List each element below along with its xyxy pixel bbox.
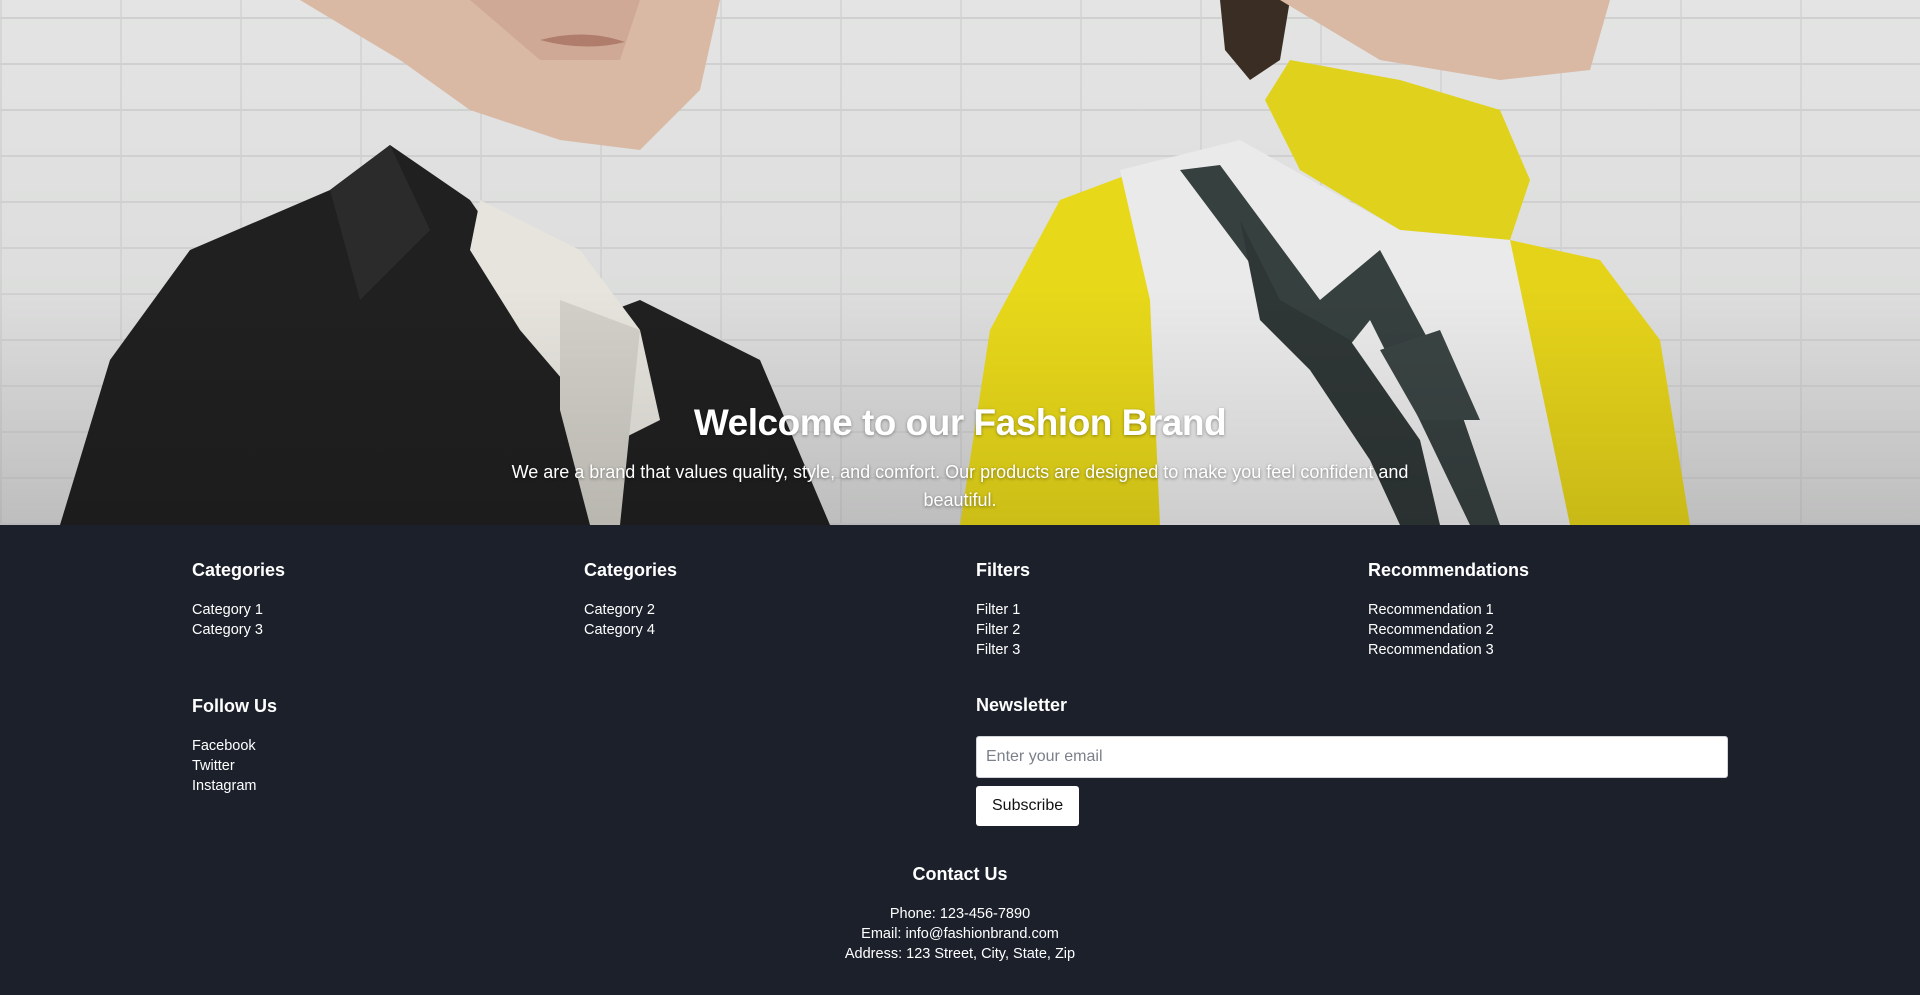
- newsletter-section: Newsletter Subscribe: [976, 695, 1728, 826]
- contact-phone: Phone: 123-456-7890: [889, 906, 1031, 922]
- contact-email: Email: info@fashionbrand.com: [861, 926, 1059, 942]
- list-item: Filter 3: [976, 640, 1030, 660]
- contact-heading: Contact Us: [912, 864, 1008, 884]
- list-item: Twitter: [192, 756, 277, 776]
- site-footer: Categories Category 1 Category 3 Categor…: [0, 525, 1920, 995]
- footer-link-list: Category 1 Category 3: [192, 600, 285, 640]
- list-item: Category 2: [584, 600, 677, 620]
- newsletter-email-input[interactable]: [976, 736, 1728, 778]
- social-link-list: Facebook Twitter Instagram: [192, 736, 277, 796]
- list-item: Category 3: [192, 620, 285, 640]
- footer-heading: Categories: [192, 560, 286, 580]
- footer-link-filter-1[interactable]: Filter 1: [976, 602, 1020, 618]
- social-link-instagram[interactable]: Instagram: [192, 778, 256, 794]
- list-item: Recommendation 1: [1368, 600, 1529, 620]
- hero-banner: Welcome to our Fashion Brand We are a br…: [0, 0, 1920, 525]
- footer-link-recommendation-3[interactable]: Recommendation 3: [1368, 642, 1494, 658]
- subscribe-button[interactable]: Subscribe: [976, 786, 1080, 826]
- social-link-twitter[interactable]: Twitter: [192, 758, 235, 774]
- contact-section: Contact Us Phone: 123-456-7890 Email: in…: [0, 864, 1920, 964]
- footer-heading: Follow Us: [192, 696, 277, 716]
- list-item: Filter 1: [976, 600, 1030, 620]
- footer-link-filter-3[interactable]: Filter 3: [976, 642, 1020, 658]
- list-item: Category 1: [192, 600, 285, 620]
- footer-column-categories-2: Categories Category 2 Category 4: [584, 560, 677, 640]
- list-item: Recommendation 3: [1368, 640, 1529, 660]
- contact-address: Address: 123 Street, City, State, Zip: [844, 946, 1076, 962]
- footer-column-recommendations: Recommendations Recommendation 1 Recomme…: [1368, 560, 1529, 660]
- footer-link-category-1[interactable]: Category 1: [192, 602, 263, 618]
- footer-heading: Categories: [584, 560, 678, 580]
- footer-heading: Filters: [976, 560, 1031, 580]
- footer-link-list: Filter 1 Filter 2 Filter 3: [976, 600, 1030, 660]
- footer-link-recommendation-2[interactable]: Recommendation 2: [1368, 622, 1494, 638]
- newsletter-heading: Newsletter: [976, 695, 1068, 715]
- footer-link-category-2[interactable]: Category 2: [584, 602, 655, 618]
- list-item: Category 4: [584, 620, 677, 640]
- list-item: Instagram: [192, 776, 277, 796]
- hero-text-block: Welcome to our Fashion Brand We are a br…: [0, 402, 1920, 514]
- hero-title: Welcome to our Fashion Brand: [693, 402, 1227, 443]
- footer-link-list: Recommendation 1 Recommendation 2 Recomm…: [1368, 600, 1529, 660]
- footer-link-list: Category 2 Category 4: [584, 600, 677, 640]
- footer-column-follow-us: Follow Us Facebook Twitter Instagram: [192, 696, 277, 796]
- footer-heading: Recommendations: [1368, 560, 1530, 580]
- list-item: Recommendation 2: [1368, 620, 1529, 640]
- footer-link-recommendation-1[interactable]: Recommendation 1: [1368, 602, 1494, 618]
- footer-link-category-3[interactable]: Category 3: [192, 622, 263, 638]
- list-item: Filter 2: [976, 620, 1030, 640]
- list-item: Facebook: [192, 736, 277, 756]
- hero-subtitle: We are a brand that values quality, styl…: [511, 462, 1409, 510]
- footer-column-filters: Filters Filter 1 Filter 2 Filter 3: [976, 560, 1030, 660]
- footer-column-categories-1: Categories Category 1 Category 3: [192, 560, 285, 640]
- social-link-facebook[interactable]: Facebook: [192, 738, 256, 754]
- footer-link-category-4[interactable]: Category 4: [584, 622, 655, 638]
- footer-link-filter-2[interactable]: Filter 2: [976, 622, 1020, 638]
